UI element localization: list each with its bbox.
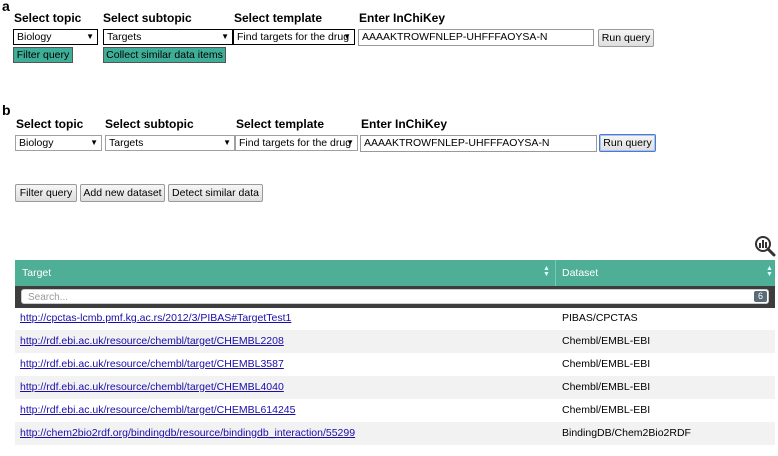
filter-query-button[interactable]: Filter query <box>15 184 77 202</box>
table-row: http://rdf.ebi.ac.uk/resource/chembl/tar… <box>15 399 775 422</box>
table-search-bar: Search... 6 <box>15 286 775 308</box>
target-link[interactable]: http://cpctas-lcmb.pmf.kg.ac.rs/2012/3/P… <box>20 312 291 324</box>
run-query-button[interactable]: Run query <box>599 134 656 152</box>
select-topic-heading: Select topic <box>14 11 82 25</box>
result-count-wrapper: 6 <box>754 290 769 303</box>
subtopic-select[interactable]: Targets ▼ <box>105 135 235 151</box>
dataset-cell: Chembl/EMBL-EBI <box>562 358 651 370</box>
dropdown-arrow-icon: ▼ <box>90 138 98 147</box>
enter-inchikey-heading: Enter InChiKey <box>361 117 448 131</box>
table-row: http://rdf.ebi.ac.uk/resource/chembl/tar… <box>15 353 775 376</box>
table-search-input[interactable]: Search... <box>21 289 769 304</box>
table-row: http://rdf.ebi.ac.uk/resource/chembl/tar… <box>15 330 775 353</box>
target-link[interactable]: http://chem2bio2rdf.org/bindingdb/resour… <box>20 427 355 439</box>
topic-select-value: Biology <box>17 31 52 43</box>
subtopic-select[interactable]: Targets ▼ <box>103 29 233 45</box>
column-header-dataset[interactable]: Dataset <box>562 267 598 279</box>
select-template-heading: Select template <box>234 11 323 25</box>
sort-icon[interactable]: ▲ ▼ <box>766 265 773 278</box>
filter-query-button[interactable]: Filter query <box>13 47 73 63</box>
sort-icon[interactable]: ▲ ▼ <box>543 265 550 278</box>
table-row: http://rdf.ebi.ac.uk/resource/chembl/tar… <box>15 376 775 399</box>
select-subtopic-heading: Select subtopic <box>105 117 194 131</box>
enter-inchikey-heading: Enter InChiKey <box>359 11 446 25</box>
column-header-target[interactable]: Target <box>22 267 51 279</box>
panel-b-label: b <box>2 102 11 118</box>
chart-magnifier-icon[interactable] <box>754 235 776 257</box>
target-link[interactable]: http://rdf.ebi.ac.uk/resource/chembl/tar… <box>20 381 284 393</box>
results-table-header: Target ▲ ▼ Dataset ▲ ▼ <box>15 260 775 286</box>
column-divider <box>555 260 556 286</box>
dataset-cell: BindingDB/Chem2Bio2RDF <box>562 427 691 439</box>
result-count-badge: 6 <box>754 291 767 302</box>
template-select[interactable]: Find targets for the drug ▼ <box>235 135 358 151</box>
target-link[interactable]: http://rdf.ebi.ac.uk/resource/chembl/tar… <box>20 335 284 347</box>
dropdown-arrow-icon: ▼ <box>86 32 94 41</box>
detect-similar-data-button[interactable]: Detect similar data <box>168 184 263 202</box>
dropdown-arrow-icon: ▼ <box>221 32 229 41</box>
dropdown-arrow-icon: ▼ <box>343 32 351 41</box>
dropdown-arrow-icon: ▼ <box>346 138 354 147</box>
template-select[interactable]: Find targets for the drug ▼ <box>233 29 355 45</box>
inchikey-input[interactable]: AAAAKTROWFNLEP-UHFFFAOYSA-N <box>360 135 597 152</box>
add-new-dataset-button[interactable]: Add new dataset <box>80 184 165 202</box>
template-select-value: Find targets for the drug <box>239 137 352 149</box>
dataset-cell: Chembl/EMBL-EBI <box>562 404 651 416</box>
dropdown-arrow-icon: ▼ <box>223 138 231 147</box>
table-row: http://cpctas-lcmb.pmf.kg.ac.rs/2012/3/P… <box>15 307 775 330</box>
topic-select[interactable]: Biology ▼ <box>15 135 102 151</box>
target-link[interactable]: http://rdf.ebi.ac.uk/resource/chembl/tar… <box>20 358 284 370</box>
inchikey-input[interactable]: AAAAKTROWFNLEP-UHFFFAOYSA-N <box>358 29 594 46</box>
run-query-button[interactable]: Run query <box>598 29 654 47</box>
select-subtopic-heading: Select subtopic <box>103 11 192 25</box>
topic-select-value: Biology <box>19 137 54 149</box>
subtopic-select-value: Targets <box>109 137 144 149</box>
target-link[interactable]: http://rdf.ebi.ac.uk/resource/chembl/tar… <box>20 404 295 416</box>
subtopic-select-value: Targets <box>107 31 142 43</box>
topic-select[interactable]: Biology ▼ <box>13 29 98 45</box>
collect-similar-button[interactable]: Collect similar data items <box>103 47 226 63</box>
select-topic-heading: Select topic <box>16 117 84 131</box>
table-row: http://chem2bio2rdf.org/bindingdb/resour… <box>15 422 775 445</box>
dataset-cell: Chembl/EMBL-EBI <box>562 335 651 347</box>
dataset-cell: Chembl/EMBL-EBI <box>562 381 651 393</box>
panel-a-label: a <box>2 0 10 14</box>
template-select-value: Find targets for the drug <box>237 31 350 43</box>
dataset-cell: PIBAS/CPCTAS <box>562 312 638 324</box>
select-template-heading: Select template <box>236 117 325 131</box>
